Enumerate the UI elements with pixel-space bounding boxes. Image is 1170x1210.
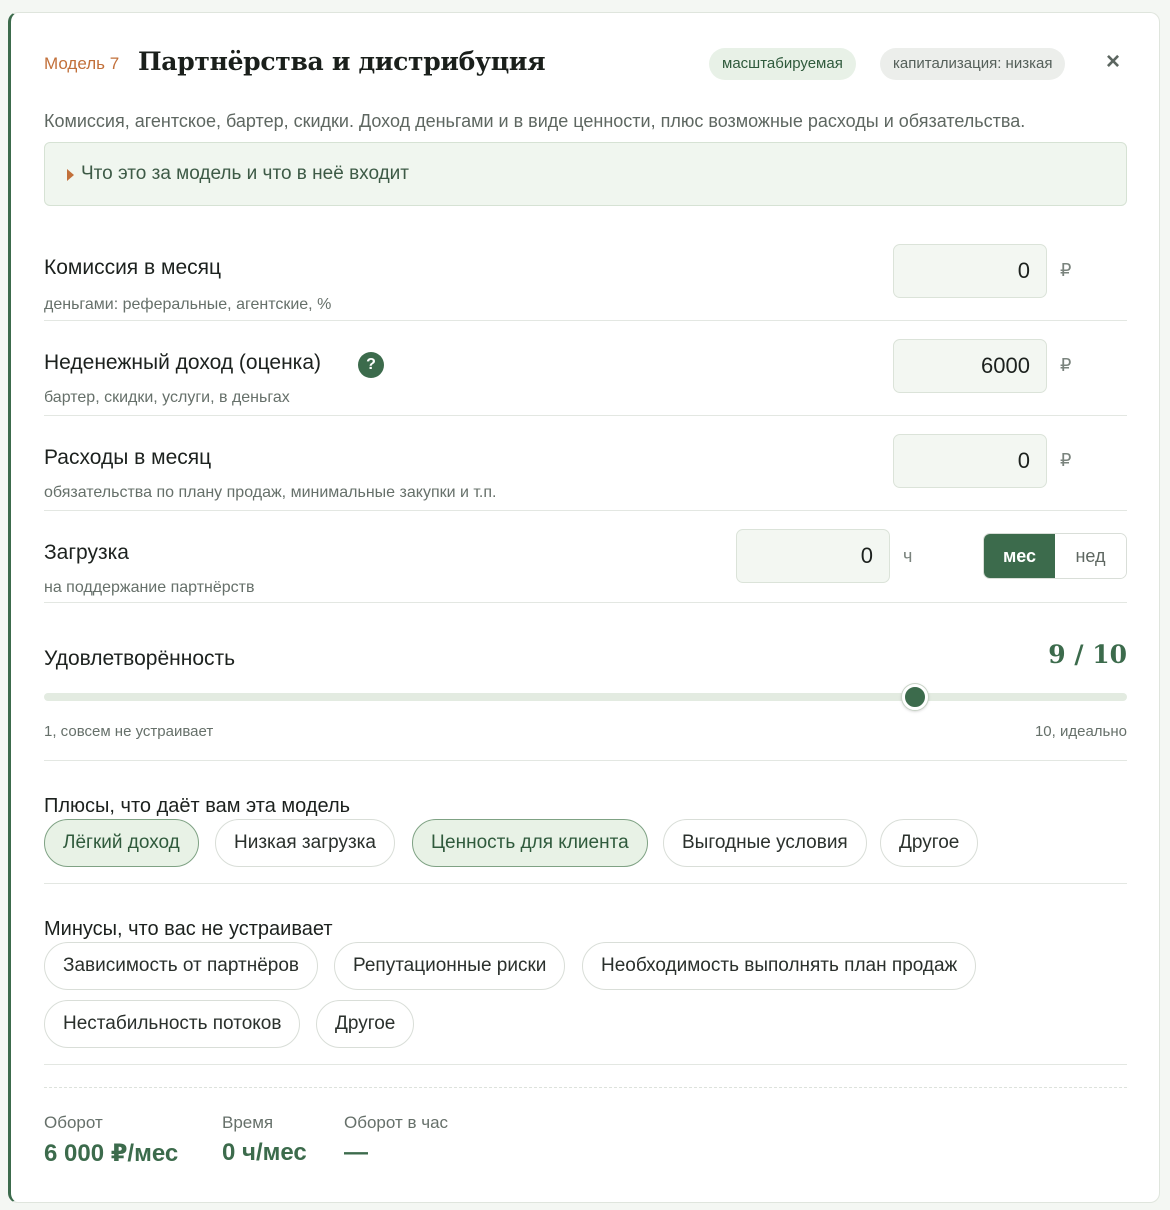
currency-unit: ₽ xyxy=(1060,260,1072,280)
pro-chip[interactable]: Другое xyxy=(880,819,979,867)
summary-divider xyxy=(44,1087,1127,1088)
divider xyxy=(44,883,1127,884)
summary-turnover-value: 6 000 ₽/мес xyxy=(44,1140,179,1167)
satisfaction-label: Удовлетворённость xyxy=(44,647,236,670)
period-toggle: мес нед xyxy=(983,533,1127,579)
pros-title: Плюсы, что даёт вам эта модель xyxy=(44,795,351,817)
summary-hourly-label: Оборот в час xyxy=(344,1113,449,1132)
expenses-input[interactable] xyxy=(893,434,1047,488)
model-card-body: Модель 7 Партнёрства и дистрибуция масшт… xyxy=(44,13,1127,1202)
field-label: Комиссия в месяц xyxy=(44,256,222,279)
workload-input[interactable] xyxy=(736,529,890,583)
field-sublabel: деньгами: реферальные, агентские, % xyxy=(44,296,332,313)
summary-hourly-value: — xyxy=(344,1139,368,1166)
slider-min-label: 1, совсем не устраивает xyxy=(44,723,214,740)
summary-time-label: Время xyxy=(222,1113,274,1132)
con-chip[interactable]: Другое xyxy=(316,1000,415,1048)
con-chip[interactable]: Необходимость выполнять план продаж xyxy=(582,942,977,990)
model-title: Партнёрства и дистрибуция xyxy=(138,47,546,76)
satisfaction-slider-track[interactable] xyxy=(44,693,1127,701)
divider xyxy=(44,1064,1127,1065)
field-nonmonetary-income: Неденежный доход (оценка) ? бартер, скид… xyxy=(44,321,1127,416)
field-commission: Комиссия в месяц деньгами: реферальные, … xyxy=(44,226,1127,321)
slider-max-label: 10, идеально xyxy=(1034,723,1127,740)
con-chip[interactable]: Зависимость от партнёров xyxy=(44,942,318,990)
field-workload: Загрузка на поддержание партнёрств ч xyxy=(44,511,1127,603)
field-label: Неденежный доход (оценка) xyxy=(44,351,321,374)
satisfaction-slider-thumb[interactable] xyxy=(902,684,929,710)
pro-chip[interactable]: Выгодные условия xyxy=(663,819,867,867)
con-chip[interactable]: Репутационные риски xyxy=(334,942,566,990)
cons-title: Минусы, что вас не устраивает xyxy=(44,918,333,940)
model-number: Модель 7 xyxy=(44,54,120,73)
caret-right-icon xyxy=(67,169,74,181)
badge-scalable: масштабируемая xyxy=(709,48,856,80)
period-month-button[interactable]: мес xyxy=(984,534,1055,578)
pro-chip[interactable]: Ценность для клиента xyxy=(412,819,648,867)
help-icon[interactable]: ? xyxy=(358,352,384,378)
field-label: Расходы в месяц xyxy=(44,446,212,469)
summary-time-value: 0 ч/мес xyxy=(222,1139,307,1166)
field-sublabel: на поддержание партнёрств xyxy=(44,579,255,596)
satisfaction-value: 9 / 10 xyxy=(1048,640,1127,669)
con-chip[interactable]: Нестабильность потоков xyxy=(44,1000,301,1048)
close-icon[interactable]: × xyxy=(1100,49,1126,75)
commission-input[interactable] xyxy=(893,244,1047,298)
hours-unit: ч xyxy=(903,546,913,566)
nonmonetary-income-input[interactable] xyxy=(893,339,1047,393)
divider xyxy=(44,760,1127,761)
model-card: Модель 7 Партнёрства и дистрибуция масшт… xyxy=(8,12,1160,1203)
summary-turnover-label: Оборот xyxy=(44,1113,103,1132)
badge-capitalization: капитализация: низкая xyxy=(880,48,1066,80)
field-sublabel: бартер, скидки, услуги, в деньгах xyxy=(44,389,290,406)
model-description: Комиссия, агентское, бартер, скидки. Дох… xyxy=(44,111,1026,131)
details-toggle[interactable]: Что это за модель и что в неё входит xyxy=(44,142,1127,206)
field-label: Загрузка xyxy=(44,541,129,564)
pro-chip[interactable]: Лёгкий доход xyxy=(44,819,199,867)
details-toggle-label: Что это за модель и что в неё входит xyxy=(81,163,410,184)
field-expenses: Расходы в месяц обязательства по плану п… xyxy=(44,416,1127,511)
pro-chip[interactable]: Низкая загрузка xyxy=(215,819,395,867)
currency-unit: ₽ xyxy=(1060,450,1072,470)
period-week-button[interactable]: нед xyxy=(1055,534,1126,578)
field-sublabel: обязательства по плану продаж, минимальн… xyxy=(44,484,497,501)
currency-unit: ₽ xyxy=(1060,355,1072,375)
